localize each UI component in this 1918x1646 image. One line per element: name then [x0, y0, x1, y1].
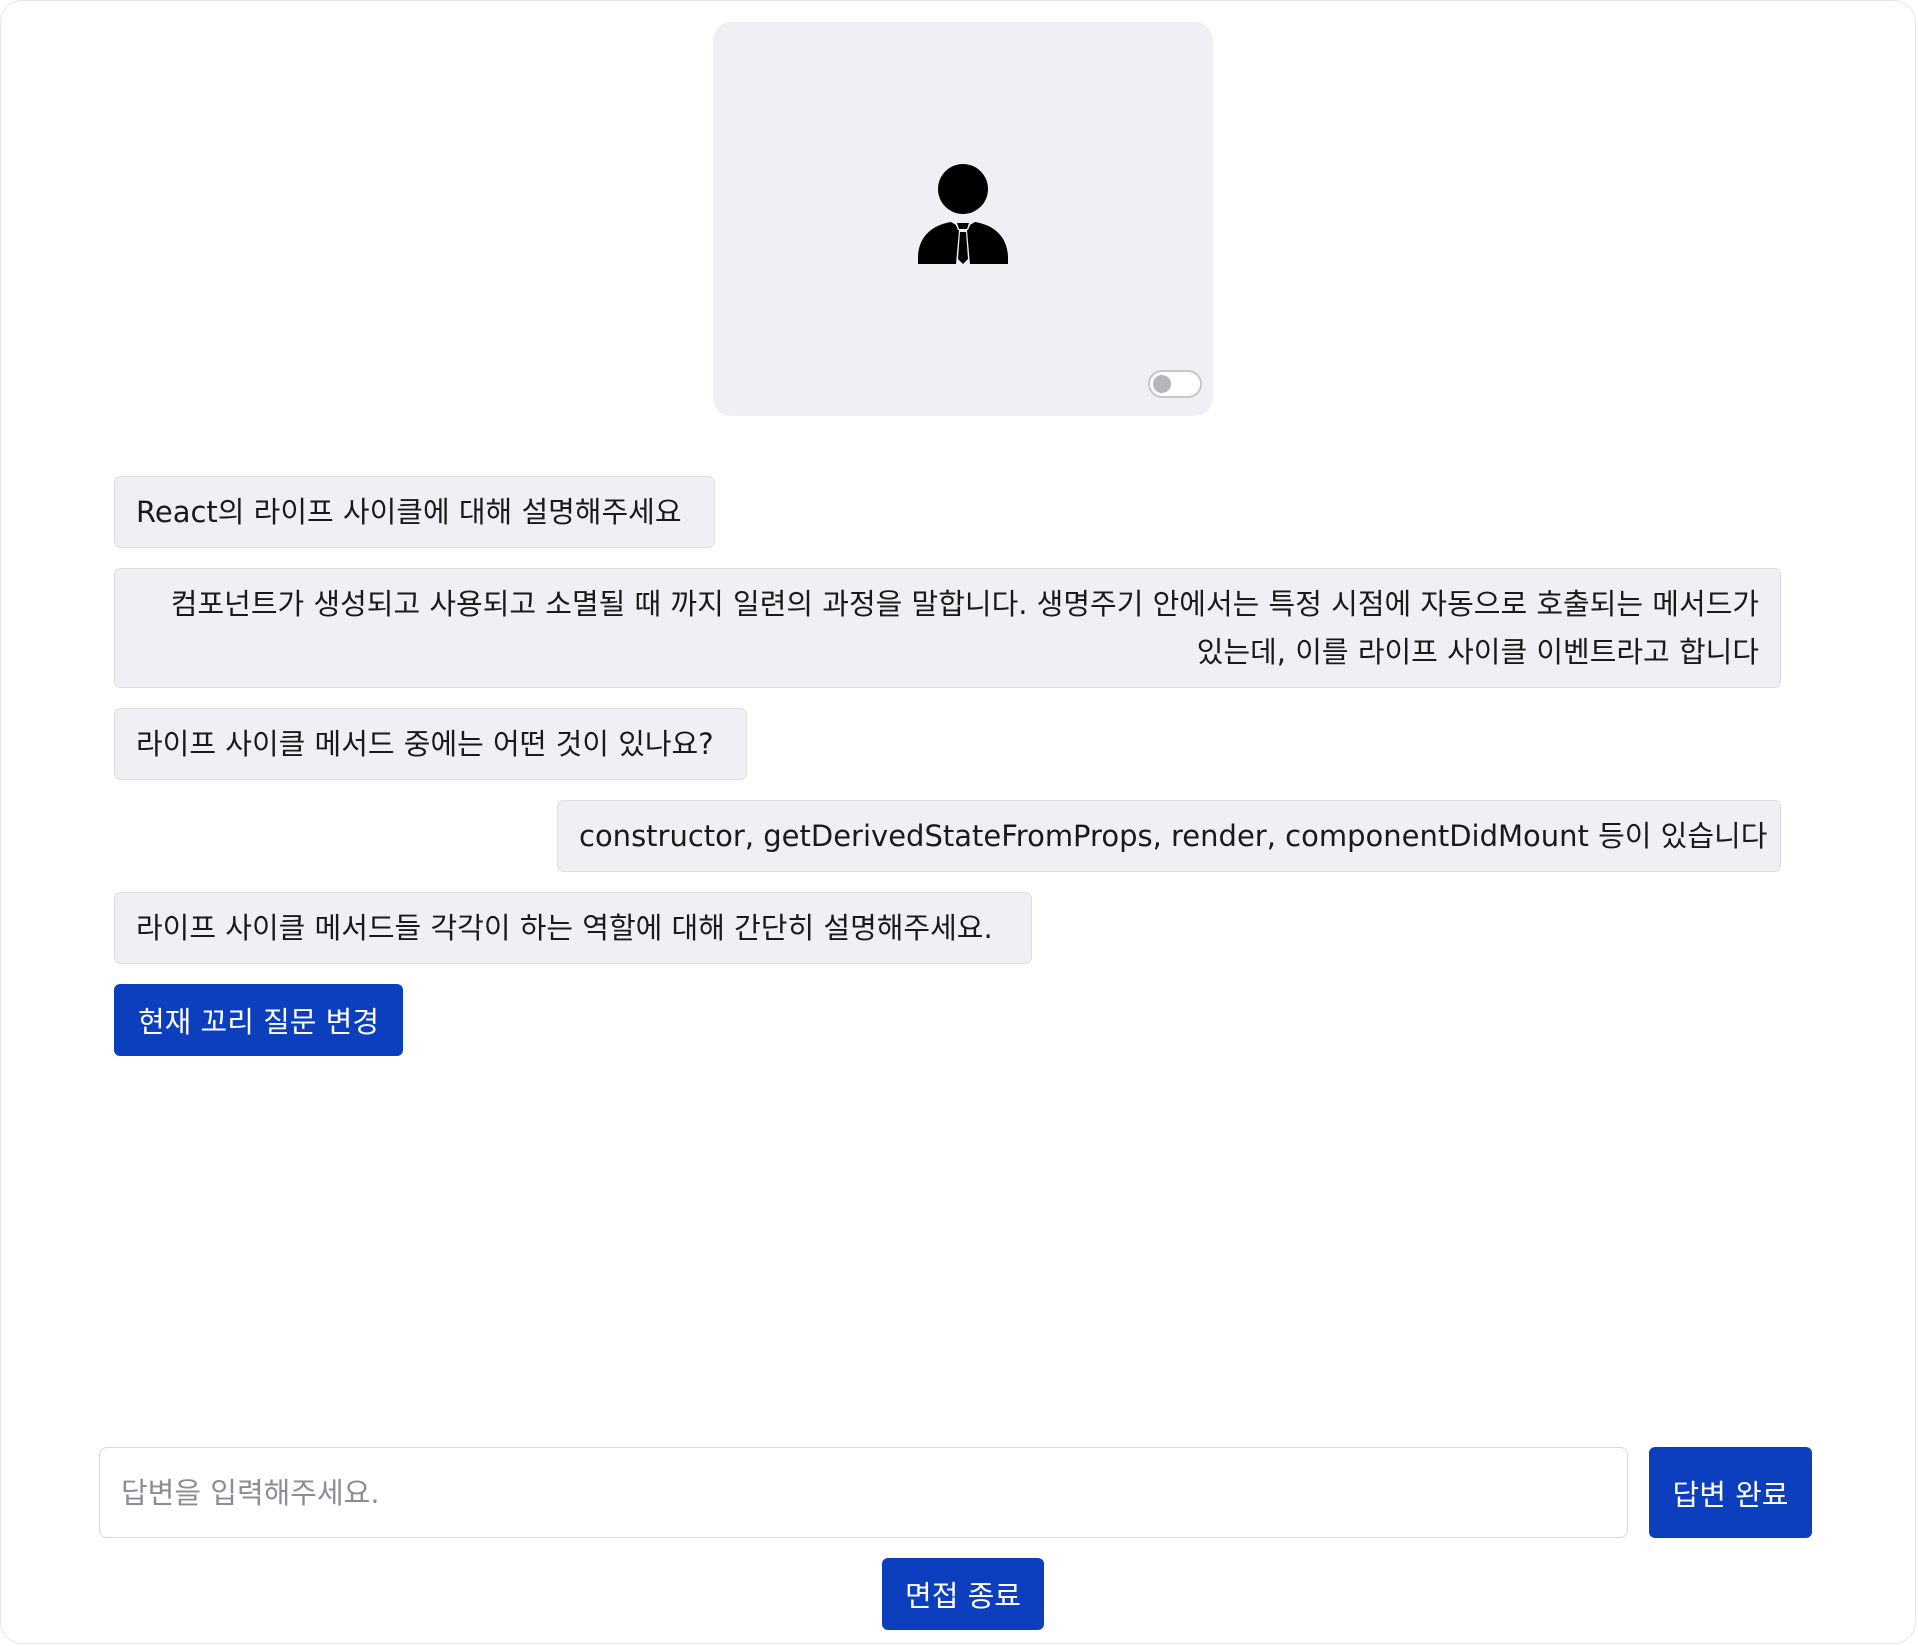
message-text: constructor, getDerivedStateFromProps, r…: [579, 819, 1768, 853]
message-text: 라이프 사이클 메서드 중에는 어떤 것이 있나요?: [136, 727, 714, 761]
submit-answer-button[interactable]: 답변 완료: [1649, 1447, 1812, 1538]
interviewer-video-card: [713, 22, 1213, 416]
user-answer-bubble: 컴포넌트가 생성되고 사용되고 소멸될 때 까지 일련의 과정을 말합니다. 생…: [114, 568, 1781, 688]
message-text: React의 라이프 사이클에 대해 설명해주세요: [136, 495, 682, 529]
toggle-knob: [1153, 375, 1171, 393]
interview-page: React의 라이프 사이클에 대해 설명해주세요 컴포넌트가 생성되고 사용되…: [0, 0, 1916, 1644]
end-interview-button[interactable]: 면접 종료: [882, 1558, 1044, 1630]
change-follow-up-question-button[interactable]: 현재 꼬리 질문 변경: [114, 984, 403, 1056]
interviewer-question-bubble: React의 라이프 사이클에 대해 설명해주세요: [114, 476, 715, 548]
user-answer-bubble: constructor, getDerivedStateFromProps, r…: [557, 800, 1781, 872]
interviewer-question-bubble: 라이프 사이클 메서드 중에는 어떤 것이 있나요?: [114, 708, 747, 780]
interviewer-question-bubble: 라이프 사이클 메서드들 각각이 하는 역할에 대해 간단히 설명해주세요.: [114, 892, 1032, 964]
answer-input[interactable]: [99, 1447, 1628, 1538]
businessman-icon: [918, 164, 1008, 264]
message-text: 라이프 사이클 메서드들 각각이 하는 역할에 대해 간단히 설명해주세요.: [136, 911, 993, 945]
message-text: 컴포넌트가 생성되고 사용되고 소멸될 때 까지 일련의 과정을 말합니다. 생…: [170, 587, 1759, 669]
video-toggle[interactable]: [1148, 370, 1202, 398]
